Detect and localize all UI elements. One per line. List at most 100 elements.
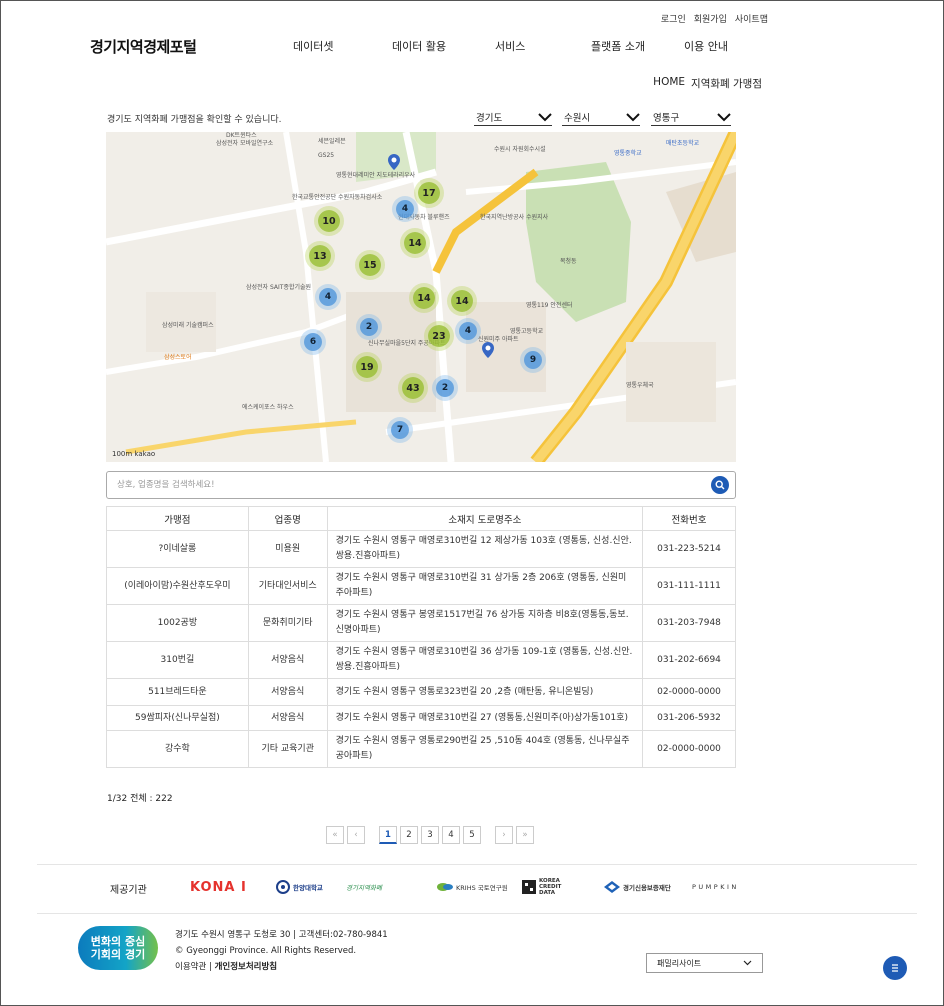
map-cluster[interactable]: 19 [356, 356, 378, 378]
site-logo[interactable]: 경기지역경제포털 [90, 36, 197, 57]
family-site-label: 패밀리사이트 [657, 958, 702, 968]
map-label: 세븐일레븐 [318, 138, 346, 145]
page-button[interactable]: 2 [400, 826, 418, 844]
map-cluster[interactable]: 4 [459, 322, 477, 340]
map-cluster[interactable]: 23 [428, 325, 450, 347]
map-label: 한국지역난방공사 수원지사 [480, 214, 549, 221]
table-row[interactable]: 1002공방 문화취미기타 경기도 수원시 영통구 봉영로1517번길 76 상… [106, 604, 736, 642]
province-select[interactable]: 경기도 [474, 108, 552, 126]
store-name: ?이네살롱 [106, 530, 249, 568]
search-button[interactable] [711, 476, 729, 494]
map-cluster[interactable]: 4 [396, 200, 414, 218]
nav-service[interactable]: 서비스 [495, 38, 525, 54]
col-header-phone: 전화번호 [642, 506, 736, 531]
gyeonggi-slogan-logo[interactable]: 변화의 중심 기회의 경기 [78, 926, 158, 970]
page-first-button[interactable]: « [326, 826, 344, 844]
partner-kcd-logo[interactable]: KOREA CREDIT DATA [522, 878, 579, 896]
family-site-select[interactable]: 패밀리사이트 [646, 953, 763, 973]
utility-nav: 로그인 회원가입 사이트맵 [661, 12, 768, 25]
partner-gg-currency-logo[interactable]: 경기지역화폐 [346, 879, 382, 895]
gcgf-emblem-icon [604, 881, 620, 893]
store-address: 경기도 수원시 영통구 매영로310번길 36 상가동 109-1호 (영통동,… [326, 641, 644, 679]
page-button[interactable]: 4 [442, 826, 460, 844]
map-cluster[interactable]: 9 [524, 351, 542, 369]
table-row[interactable]: 강수학 기타 교육기관 경기도 수원시 영통구 영통로290번길 25 ,510… [106, 730, 736, 768]
breadcrumb-home[interactable]: HOME [653, 76, 685, 91]
map-pin-icon[interactable] [482, 342, 494, 358]
page-button[interactable]: 3 [421, 826, 439, 844]
store-phone: 02-0000-0000 [642, 730, 736, 768]
map-pin-icon[interactable] [388, 154, 400, 170]
map-cluster[interactable]: 10 [318, 210, 340, 232]
page-prev-button[interactable]: ‹ [347, 826, 365, 844]
partner-gcgf-logo[interactable]: 경기신용보증재단 [604, 879, 671, 895]
map-label: 복청동 [560, 258, 577, 265]
table-row[interactable]: 511브레드타운 서양음식 경기도 수원시 영통구 영통로323번길 20 ,2… [106, 678, 736, 706]
district-select[interactable]: 영통구 [651, 108, 731, 126]
page-last-button[interactable]: » [516, 826, 534, 844]
map-cluster[interactable]: 6 [304, 333, 322, 351]
store-phone: 031-206-5932 [642, 705, 736, 731]
map-cluster[interactable]: 13 [309, 245, 331, 267]
page-button[interactable]: 1 [379, 826, 397, 844]
table-row[interactable]: ?이네살롱 미용원 경기도 수원시 영통구 매영로310번길 12 제상가동 1… [106, 530, 736, 568]
province-select-value: 경기도 [476, 112, 503, 124]
nav-platform-intro[interactable]: 플랫폼 소개 [591, 38, 645, 54]
col-header-store: 가맹점 [106, 506, 249, 531]
store-address: 경기도 수원시 영통구 영통로323번길 20 ,2층 (매탄동, 유니온빌딩) [326, 678, 644, 706]
store-category: 미용원 [247, 530, 328, 568]
map-cluster[interactable]: 4 [319, 288, 337, 306]
map-cluster[interactable]: 7 [391, 421, 409, 439]
store-search-input[interactable] [107, 472, 711, 498]
partner-strip: 제공기관 KONA I 한양대학교 경기지역화폐 KRIHS 국토연구원 KOR… [0, 876, 944, 900]
search-icon [715, 480, 725, 490]
nav-data-usage[interactable]: 데이터 활용 [392, 38, 446, 54]
store-map[interactable]: DK트윈타스 삼성전자 모바일연구소 세븐일레븐 GS25 영통현대레미안 지도… [106, 132, 736, 462]
map-cluster[interactable]: 2 [360, 318, 378, 336]
store-address: 경기도 수원시 영통구 매영로310번길 27 (영통동,신원미주(아)상가동1… [326, 705, 644, 731]
store-name: 강수학 [106, 730, 249, 768]
map-cluster[interactable]: 2 [436, 379, 454, 397]
city-select[interactable]: 수원시 [562, 108, 640, 126]
map-cluster[interactable]: 17 [418, 182, 440, 204]
store-search-bar [106, 471, 736, 499]
map-label: 영통현대레미안 지도테라리우사 [336, 172, 416, 179]
partner-hanyang-logo[interactable]: 한양대학교 [276, 879, 323, 895]
table-row[interactable]: 310번길 서양음식 경기도 수원시 영통구 매영로310번길 36 상가동 1… [106, 641, 736, 679]
login-link[interactable]: 로그인 [661, 12, 686, 25]
slogan-line2: 기회의 경기 [90, 948, 146, 961]
col-header-category: 업종명 [247, 506, 328, 531]
slogan-bubble: 변화의 중심 기회의 경기 [78, 926, 158, 970]
sitemap-link[interactable]: 사이트맵 [735, 12, 768, 25]
map-cluster[interactable]: 14 [404, 232, 426, 254]
partner-pumpkin-logo[interactable]: PUMPKIN [692, 879, 739, 895]
privacy-link[interactable]: 개인정보처리방침 [215, 962, 278, 972]
store-address: 경기도 수원시 영통구 매영로310번길 31 상가동 2층 206호 (영통동… [326, 567, 644, 605]
map-label: 영통고등학교 [510, 328, 544, 335]
map-cluster[interactable]: 14 [451, 290, 473, 312]
map-cluster[interactable]: 14 [413, 287, 435, 309]
map-cluster[interactable]: 43 [402, 377, 424, 399]
store-category: 서양음식 [247, 641, 328, 679]
store-name: 511브레드타운 [106, 678, 249, 706]
map-cluster[interactable]: 15 [359, 254, 381, 276]
nav-guide[interactable]: 이용 안내 [684, 38, 728, 54]
store-phone: 031-223-5214 [642, 530, 736, 568]
page-button[interactable]: 5 [463, 826, 481, 844]
terms-link[interactable]: 이용약관 [175, 962, 206, 972]
partner-kona-logo[interactable]: KONA I [190, 879, 247, 895]
page-next-button[interactable]: › [495, 826, 513, 844]
floating-menu-button[interactable] [883, 956, 907, 980]
chevron-down-icon [743, 960, 752, 966]
partner-krihs-logo[interactable]: KRIHS 국토연구원 [437, 879, 508, 895]
table-row[interactable]: 59쌈피자(신나무실점) 서양음식 경기도 수원시 영통구 매영로310번길 2… [106, 705, 736, 731]
map-label: 삼성스토어 [164, 354, 192, 361]
footer-links: 이용약관 | 개인정보처리방침 [175, 959, 388, 975]
table-row[interactable]: (이레아이맘)수원산후도우미 기타대인서비스 경기도 수원시 영통구 매영로31… [106, 567, 736, 605]
store-phone: 02-0000-0000 [642, 678, 736, 706]
menu-icon [892, 964, 898, 972]
nav-dataset[interactable]: 데이터셋 [293, 38, 333, 54]
map-label: 매탄초등학교 [666, 140, 700, 147]
signup-link[interactable]: 회원가입 [694, 12, 727, 25]
store-name: 59쌈피자(신나무실점) [106, 705, 249, 731]
